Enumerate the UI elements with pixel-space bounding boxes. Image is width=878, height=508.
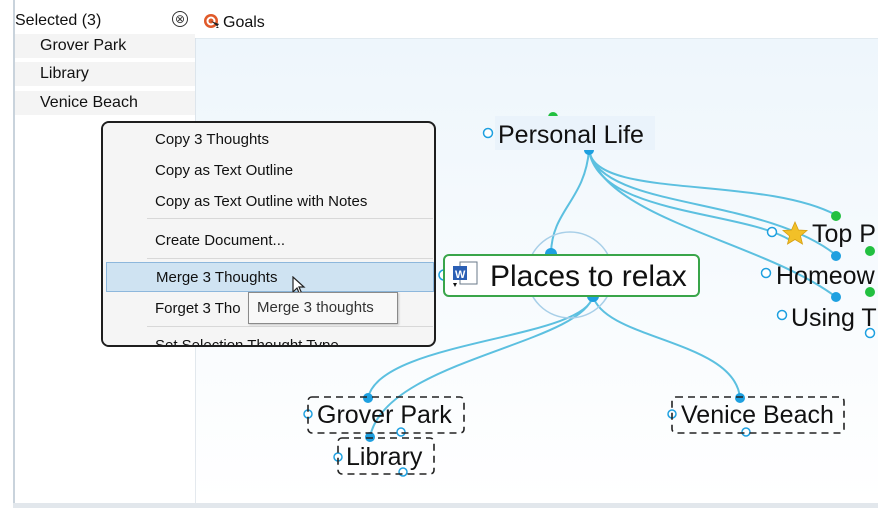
- selected-item-library[interactable]: Library: [15, 62, 195, 86]
- menu-separator: [147, 218, 433, 219]
- sibling-node-2[interactable]: Homeow: [776, 262, 876, 290]
- goals-tab[interactable]: Goals: [203, 10, 265, 36]
- menu-item-merge-thoughts[interactable]: Merge 3 Thoughts: [106, 262, 434, 292]
- menu-item-copy-text-outline-notes[interactable]: Copy as Text Outline with Notes: [145, 187, 434, 217]
- menu-item-set-thought-type[interactable]: Set Selection Thought Type: [145, 331, 434, 345]
- active-node-label[interactable]: Places to relax: [490, 260, 687, 293]
- clear-selection-icon[interactable]: ⊗: [172, 11, 188, 27]
- selected-item-grover-park[interactable]: Grover Park: [15, 34, 195, 58]
- context-menu-gutter: [103, 123, 143, 345]
- menu-separator: [147, 326, 433, 327]
- child-node-venice-beach[interactable]: Venice Beach: [681, 401, 834, 429]
- goals-target-icon: [204, 14, 219, 28]
- menu-item-copy-thoughts[interactable]: Copy 3 Thoughts: [145, 125, 434, 155]
- menu-separator: [147, 258, 433, 259]
- svg-text:W: W: [455, 269, 466, 281]
- menu-item-create-document[interactable]: Create Document...: [145, 226, 434, 256]
- selected-item-venice-beach[interactable]: Venice Beach: [15, 91, 195, 115]
- parent-node[interactable]: Personal Life: [498, 121, 644, 149]
- child-node-grover-park[interactable]: Grover Park: [317, 401, 452, 429]
- selection-header: Selected (3): [15, 12, 102, 29]
- child-node-library[interactable]: Library: [346, 443, 423, 471]
- tooltip: Merge 3 thoughts: [248, 292, 398, 324]
- sibling-node-3[interactable]: Using T: [791, 304, 877, 332]
- window-frame-bottom: [13, 503, 878, 508]
- sibling-node-1[interactable]: Top P: [812, 220, 876, 248]
- menu-item-copy-text-outline[interactable]: Copy as Text Outline: [145, 156, 434, 186]
- goals-tab-label: Goals: [223, 14, 265, 31]
